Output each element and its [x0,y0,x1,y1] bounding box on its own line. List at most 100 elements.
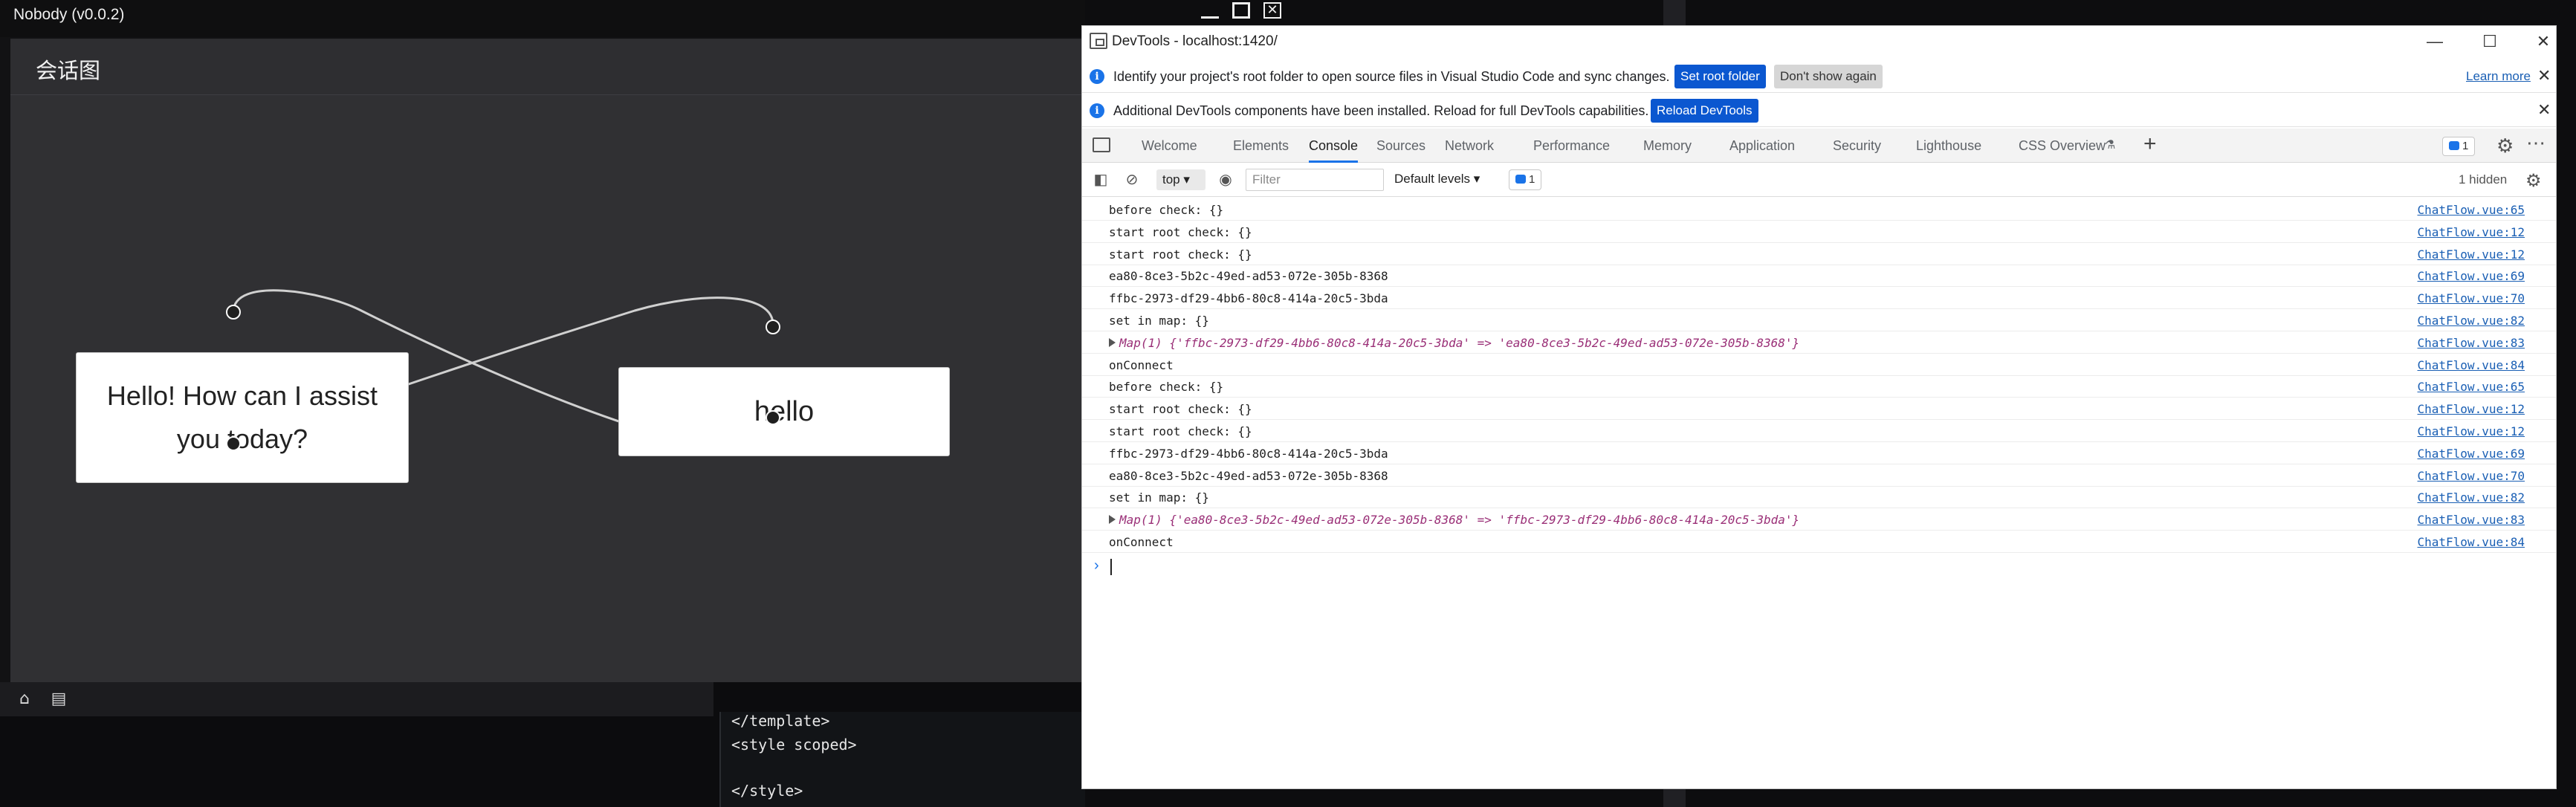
console-log-row[interactable]: Map(1) {'ffbc-2973-df29-4bb6-80c8-414a-2… [1082,331,2556,354]
log-source-link[interactable]: ChatFlow.vue:65 [2418,380,2525,394]
code-editor-snippet[interactable]: </template> <style scoped> </style> [719,712,1085,807]
app-titlebar: Nobody (v0.0.2) [0,0,1085,37]
flow-canvas[interactable]: 会话图 Hello! How can I assist you today? h… [10,39,1085,682]
tab-memory[interactable]: Memory [1643,129,1692,163]
log-source-link[interactable]: ChatFlow.vue:82 [2418,314,2525,328]
add-tab-icon[interactable]: + [2143,132,2157,157]
flow-node-assistant[interactable]: Hello! How can I assist you today? [76,352,409,483]
log-message: start root check: {} [1109,424,1252,438]
node-a-top-handle[interactable] [226,305,241,320]
log-source-link[interactable]: ChatFlow.vue:12 [2418,424,2525,438]
code-line: <style scoped> [731,736,857,753]
close-icon[interactable]: ✕ [2537,100,2551,120]
log-source-link[interactable]: ChatFlow.vue:12 [2418,225,2525,239]
console-log-row[interactable]: ea80-8ce3-5b2c-49ed-ad53-072e-305b-8368 C… [1082,464,2556,487]
document-icon[interactable]: ▤ [49,690,68,709]
log-source-link[interactable]: ChatFlow.vue:82 [2418,490,2525,505]
console-toolbar: ◧ ⊘ top ▾ ◉ Default levels ▾ 1 1 hidden … [1082,163,2556,197]
tab-css-overview[interactable]: CSS Overview [2019,129,2106,163]
tab-network[interactable]: Network [1445,129,1494,163]
message-icon [2449,141,2459,150]
log-source-link[interactable]: ChatFlow.vue:65 [2418,203,2525,217]
app-close-button[interactable]: ✕ [1263,2,1281,19]
learn-more-link[interactable]: Learn more [2466,69,2531,84]
console-log-row[interactable]: before check: {} ChatFlow.vue:65 [1082,198,2556,221]
log-source-link[interactable]: ChatFlow.vue:83 [2418,513,2525,527]
prompt-chevron-icon: › [1094,557,1099,574]
infobar-root-folder: i Identify your project's root folder to… [1082,60,2556,93]
log-source-link[interactable]: ChatFlow.vue:84 [2418,358,2525,372]
flask-icon: ⚗ [2105,139,2116,152]
log-message: onConnect [1109,357,1174,372]
log-message: ffbc-2973-df29-4bb6-80c8-414a-20c5-3bda [1109,446,1388,461]
reload-devtools-button[interactable]: Reload DevTools [1651,99,1758,123]
tab-security[interactable]: Security [1833,129,1881,163]
flow-node-user[interactable]: hello [618,367,950,456]
close-button[interactable]: ✕ [2528,30,2558,53]
console-prompt-row[interactable]: › [1082,553,2556,575]
node-b-bottom-handle[interactable] [766,410,780,425]
console-log-row[interactable]: start root check: {} ChatFlow.vue:12 [1082,420,2556,442]
infobar-reload: i Additional DevTools components have be… [1082,94,2556,127]
console-settings-icon[interactable]: ⚙ [2525,170,2542,192]
maximize-button[interactable]: ☐ [2475,30,2505,53]
console-log-row[interactable]: set in map: {} ChatFlow.vue:82 [1082,309,2556,331]
console-log-row[interactable]: start root check: {} ChatFlow.vue:12 [1082,243,2556,265]
node-label: Hello! How can I assist you today? [106,380,378,454]
console-log-row[interactable]: before check: {} ChatFlow.vue:65 [1082,375,2556,398]
home-icon[interactable]: ⌂ [15,690,34,709]
close-icon[interactable]: ✕ [2537,66,2551,85]
console-log-row[interactable]: onConnect ChatFlow.vue:84 [1082,531,2556,553]
minimize-button[interactable]: — [2420,30,2450,53]
log-source-link[interactable]: ChatFlow.vue:84 [2418,535,2525,549]
live-expression-eye-icon[interactable]: ◉ [1217,172,1234,188]
clear-console-icon[interactable]: ⊘ [1124,172,1140,188]
console-log-row[interactable]: start root check: {} ChatFlow.vue:12 [1082,221,2556,243]
node-b-top-handle[interactable] [766,320,780,334]
app-minimize-button[interactable] [1201,16,1219,19]
log-message: start root check: {} [1109,247,1252,262]
issues-badge[interactable]: 1 [2442,137,2476,156]
app-maximize-button[interactable] [1232,2,1250,19]
tab-welcome[interactable]: Welcome [1142,129,1197,163]
tab-console[interactable]: Console [1309,129,1359,163]
node-a-bottom-handle[interactable] [226,436,241,451]
log-source-link[interactable]: ChatFlow.vue:70 [2418,291,2525,305]
log-source-link[interactable]: ChatFlow.vue:69 [2418,269,2525,283]
app-window: Nobody (v0.0.2) 会话图 Hello! How can I ass… [0,0,1085,807]
log-source-link[interactable]: ChatFlow.vue:69 [2418,447,2525,461]
tab-application[interactable]: Application [1729,129,1795,163]
console-log-row[interactable]: ea80-8ce3-5b2c-49ed-ad53-072e-305b-8368 C… [1082,265,2556,288]
console-log-row[interactable]: set in map: {} ChatFlow.vue:82 [1082,486,2556,509]
expand-triangle-icon[interactable] [1109,515,1116,525]
tab-sources[interactable]: Sources [1376,129,1425,163]
console-log-row[interactable]: start root check: {} ChatFlow.vue:12 [1082,398,2556,421]
devtools-tab-bar: Welcome Elements Console Sources Network… [1082,129,2556,163]
inspect-element-icon[interactable] [1093,137,1110,152]
log-levels-select[interactable]: Default levels ▾ [1394,172,1480,187]
log-source-link[interactable]: ChatFlow.vue:12 [2418,402,2525,416]
console-log-row[interactable]: ffbc-2973-df29-4bb6-80c8-414a-20c5-3bda C… [1082,287,2556,310]
more-options-icon[interactable]: ⋯ [2526,132,2546,155]
log-source-link[interactable]: ChatFlow.vue:12 [2418,247,2525,262]
message-icon [1515,175,1526,184]
settings-gear-icon[interactable]: ⚙ [2496,134,2514,158]
console-log-row[interactable]: Map(1) {'ea80-8ce3-5b2c-49ed-ad53-072e-3… [1082,508,2556,531]
log-message: Map(1) {'ea80-8ce3-5b2c-49ed-ad53-072e-3… [1119,513,1800,528]
console-log-row[interactable]: ffbc-2973-df29-4bb6-80c8-414a-20c5-3bda C… [1082,442,2556,464]
tab-lighthouse[interactable]: Lighthouse [1916,129,1981,163]
tab-elements[interactable]: Elements [1233,129,1289,163]
set-root-folder-button[interactable]: Set root folder [1674,65,1766,88]
log-source-link[interactable]: ChatFlow.vue:70 [2418,469,2525,483]
console-input-caret[interactable] [1110,558,1112,575]
dont-show-again-button[interactable]: Don't show again [1774,65,1883,88]
devtools-icon [1090,33,1107,49]
log-source-link[interactable]: ChatFlow.vue:83 [2418,336,2525,350]
issues-badge[interactable]: 1 [1509,169,1542,190]
tab-performance[interactable]: Performance [1533,129,1610,163]
context-select[interactable]: top ▾ [1156,169,1206,190]
filter-input[interactable] [1246,169,1384,191]
console-log-row[interactable]: onConnect ChatFlow.vue:84 [1082,354,2556,376]
expand-triangle-icon[interactable] [1109,337,1116,347]
sidebar-toggle-icon[interactable]: ◧ [1093,172,1109,188]
